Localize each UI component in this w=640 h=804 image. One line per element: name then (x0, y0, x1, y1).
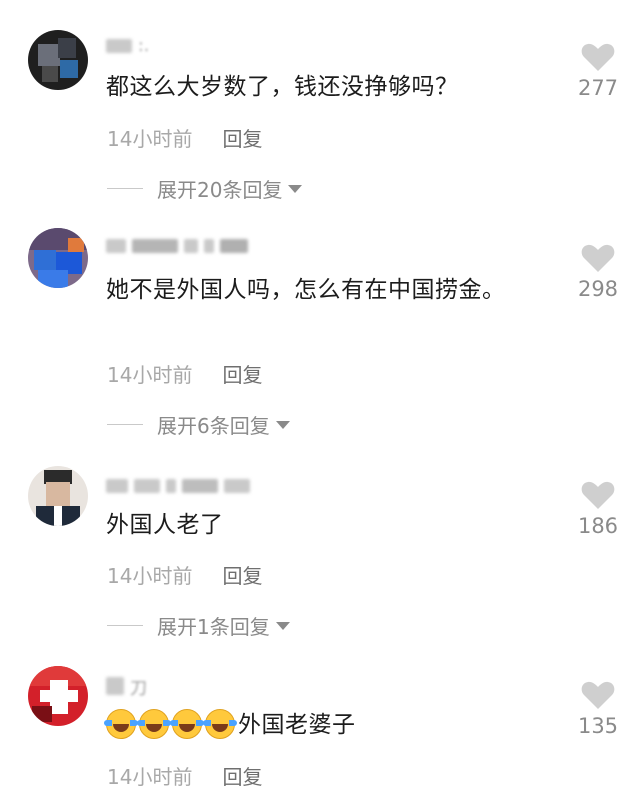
comment-text: 都这么大岁数了，钱还没挣够吗？ (106, 74, 459, 100)
like-count: 186 (577, 514, 619, 538)
comment-text: 她不是外国人吗，怎么有在中国捞金。 (106, 277, 506, 303)
comment-meta: 14小时前 回复 (107, 560, 262, 589)
username-blurred[interactable]: :. (106, 36, 149, 56)
heart-icon (581, 244, 615, 272)
avatar[interactable] (28, 30, 88, 90)
expand-replies-label: 展开6条回复 (157, 413, 270, 438)
comment-time: 14小时前 (107, 564, 193, 588)
comment-meta: 14小时前 回复 (107, 761, 262, 790)
username-blurred[interactable]: 刀 (106, 676, 147, 699)
like-button[interactable]: 277 (572, 42, 624, 100)
divider-line (107, 423, 143, 425)
comment-time: 14小时前 (107, 363, 193, 387)
caret-down-icon (288, 185, 303, 193)
avatar[interactable] (28, 466, 88, 526)
comment-time: 14小时前 (107, 765, 193, 789)
reply-button[interactable]: 回复 (222, 123, 262, 152)
laugh-cry-emoji (104, 708, 138, 739)
username-blurred[interactable] (106, 236, 248, 256)
heart-icon (581, 43, 615, 71)
comment-text-content: 外国老婆子 (238, 712, 356, 738)
laugh-cry-emoji (137, 708, 171, 739)
like-count: 135 (577, 714, 619, 738)
laugh-cry-emoji (203, 708, 237, 739)
heart-icon (581, 681, 615, 709)
like-button[interactable]: 135 (572, 680, 624, 738)
reply-button[interactable]: 回复 (222, 761, 262, 790)
comment-time: 14小时前 (107, 127, 193, 151)
heart-icon (581, 481, 615, 509)
reply-button[interactable]: 回复 (222, 560, 262, 589)
like-button[interactable]: 186 (572, 480, 624, 538)
comment-text: 外国老婆子 (104, 708, 516, 742)
laugh-cry-emoji (170, 708, 204, 739)
divider-line (107, 624, 143, 626)
comment-meta: 14小时前 回复 (107, 359, 262, 388)
expand-replies-button[interactable]: 展开6条回复 (107, 411, 290, 438)
avatar[interactable] (28, 228, 88, 288)
like-count: 298 (577, 277, 619, 301)
caret-down-icon (275, 622, 290, 630)
reply-button[interactable]: 回复 (222, 359, 262, 388)
expand-replies-label: 展开1条回复 (157, 614, 270, 639)
comment-text: 外国人老了 (106, 512, 224, 538)
divider-line (107, 187, 143, 189)
caret-down-icon (275, 421, 290, 429)
expand-replies-button[interactable]: 展开1条回复 (107, 612, 290, 639)
comment-meta: 14小时前 回复 (107, 123, 262, 152)
expand-replies-button[interactable]: 展开20条回复 (107, 175, 303, 202)
username-blurred[interactable] (106, 476, 250, 496)
like-count: 277 (577, 76, 619, 100)
expand-replies-label: 展开20条回复 (157, 177, 283, 202)
avatar[interactable] (28, 666, 88, 726)
like-button[interactable]: 298 (572, 243, 624, 301)
